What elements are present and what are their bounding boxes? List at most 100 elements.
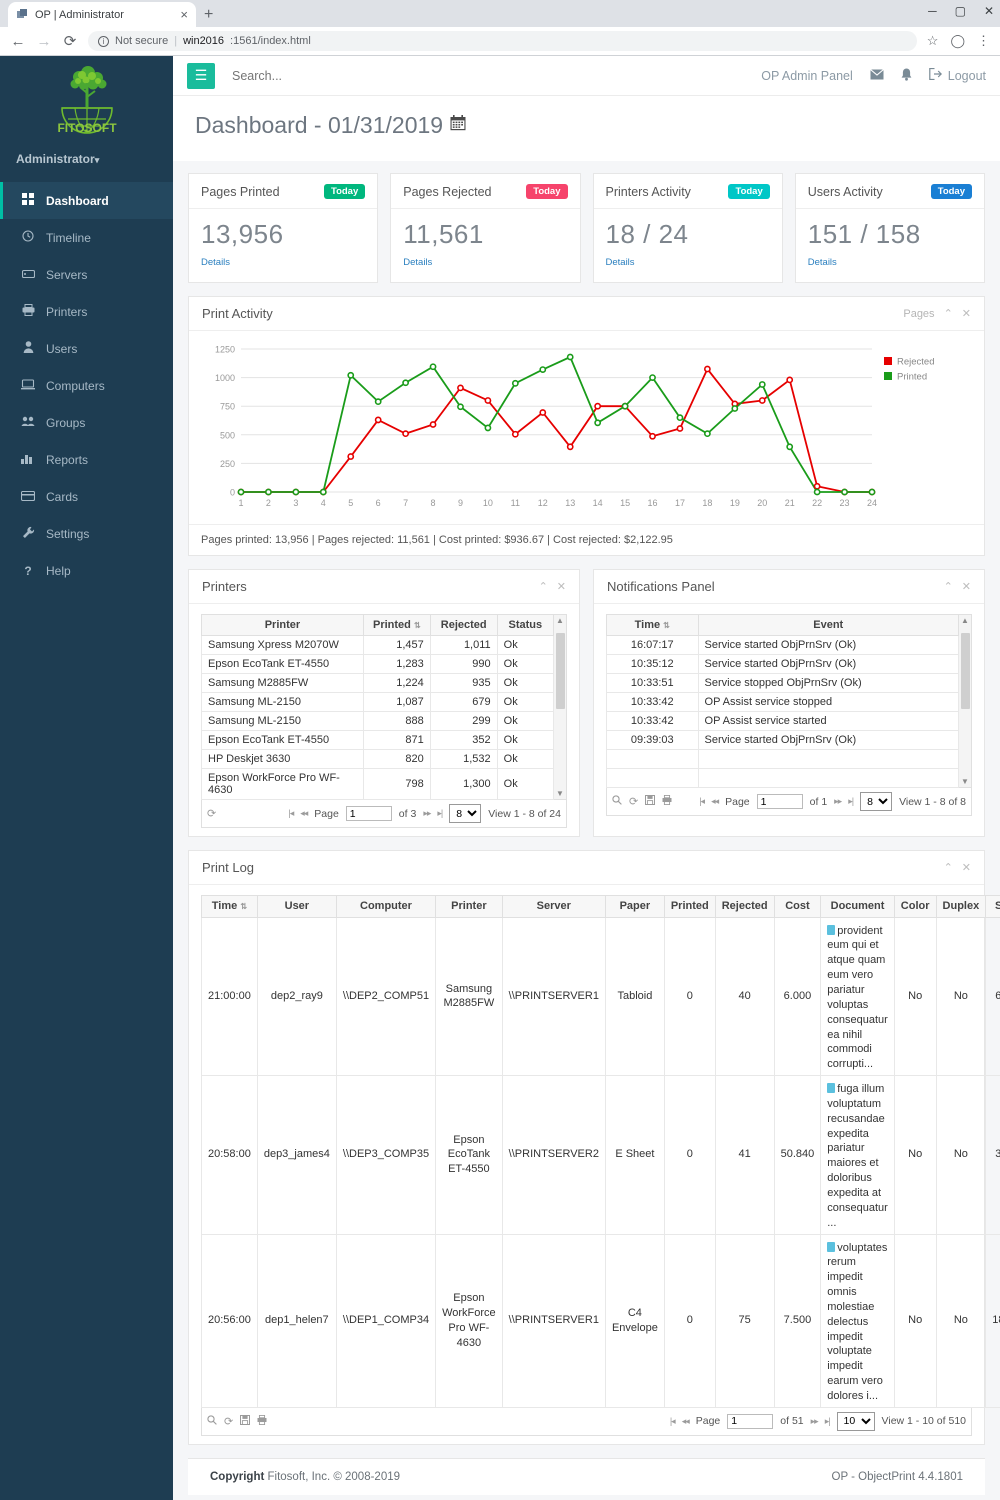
col-color[interactable]: Color <box>893 895 937 918</box>
close-icon[interactable]: ✕ <box>557 580 566 593</box>
col-user[interactable]: User <box>256 895 337 918</box>
refresh-icon[interactable]: ⟳ <box>224 1415 233 1428</box>
sidebar-item-servers[interactable]: Servers <box>0 256 173 293</box>
table-row[interactable]: Epson EcoTank ET-4550 871 352 Ok <box>201 730 555 750</box>
sidebar-item-timeline[interactable]: Timeline <box>0 219 173 256</box>
sidebar-user[interactable]: Administrator▾ <box>0 144 173 176</box>
stat-card-details-link[interactable]: Details <box>606 257 635 268</box>
col-computer[interactable]: Computer <box>335 895 437 918</box>
sidebar-item-reports[interactable]: Reports <box>0 441 173 478</box>
refresh-icon[interactable]: ⟳ <box>207 807 216 820</box>
sidebar-item-cards[interactable]: Cards <box>0 478 173 515</box>
tab-close-icon[interactable]: × <box>180 8 188 21</box>
last-page-icon[interactable]: ▸| <box>437 808 443 819</box>
scroll-up-icon[interactable]: ▲ <box>556 616 564 625</box>
col-cost[interactable]: Cost <box>773 895 822 918</box>
table-row[interactable]: Epson WorkForce Pro WF-4630 798 1,300 Ok <box>201 768 555 800</box>
vertical-scrollbar[interactable]: ▲ ▼ <box>959 614 972 788</box>
col-printer[interactable]: Printer <box>201 614 364 636</box>
prev-page-icon[interactable]: ◂◂ <box>711 796 719 807</box>
col-size[interactable]: Size <box>985 895 1000 918</box>
table-row[interactable]: 10:35:12 Service started ObjPrnSrv (Ok) <box>606 654 960 674</box>
search-icon[interactable] <box>612 795 622 808</box>
table-row[interactable]: 10:33:42 OP Assist service stopped <box>606 692 960 712</box>
sidebar-item-help[interactable]: ? Help <box>0 552 173 589</box>
stat-card-details-link[interactable]: Details <box>808 257 837 268</box>
bell-icon[interactable] <box>901 68 912 84</box>
prev-page-icon[interactable]: ◂◂ <box>682 1416 690 1427</box>
page-size-select[interactable]: 8 <box>860 792 893 811</box>
mail-icon[interactable] <box>869 68 884 83</box>
browser-menu-icon[interactable]: ⋮ <box>977 33 990 49</box>
col-time[interactable]: Time ⇅ <box>606 614 699 636</box>
profile-icon[interactable]: ◯ <box>950 33 965 49</box>
table-row[interactable]: 20:56:00 dep1_helen7 \\DEP1_COMP34 Epson… <box>201 1233 1000 1408</box>
sidebar-item-groups[interactable]: Groups <box>0 404 173 441</box>
close-icon[interactable]: ✕ <box>962 861 971 874</box>
col-paper[interactable]: Paper <box>604 895 665 918</box>
page-input[interactable] <box>345 806 392 821</box>
search-input[interactable] <box>232 68 472 83</box>
menu-toggle-button[interactable]: ☰ <box>187 62 215 89</box>
back-icon[interactable]: ← <box>10 33 26 50</box>
refresh-icon[interactable]: ⟳ <box>629 795 638 808</box>
close-icon[interactable]: ✕ <box>962 580 971 593</box>
brand-logo[interactable]: FITOSOFT <box>0 56 173 144</box>
save-icon[interactable] <box>240 1414 251 1428</box>
sidebar-item-printers[interactable]: Printers <box>0 293 173 330</box>
page-size-select[interactable]: 8 <box>449 804 482 823</box>
scroll-up-icon[interactable]: ▲ <box>961 616 969 625</box>
col-duplex[interactable]: Duplex <box>935 895 987 918</box>
col-document[interactable]: Document <box>820 895 895 918</box>
table-row[interactable]: 16:07:17 Service started ObjPrnSrv (Ok) <box>606 635 960 655</box>
col-server[interactable]: Server <box>501 895 606 918</box>
scroll-down-icon[interactable]: ▼ <box>556 789 564 798</box>
stat-card-details-link[interactable]: Details <box>403 257 432 268</box>
table-row[interactable]: Epson EcoTank ET-4550 1,283 990 Ok <box>201 654 555 674</box>
table-row[interactable]: Samsung Xpress M2070W 1,457 1,011 Ok <box>201 635 555 655</box>
col-rejected[interactable]: Rejected <box>714 895 775 918</box>
col-event[interactable]: Event <box>697 614 960 636</box>
minimize-icon[interactable]: ─ <box>928 4 937 18</box>
first-page-icon[interactable]: |◂ <box>670 1416 676 1427</box>
col-printer[interactable]: Printer <box>435 895 503 918</box>
table-row[interactable] <box>606 749 960 769</box>
bookmark-star-icon[interactable]: ☆ <box>927 33 939 49</box>
first-page-icon[interactable]: |◂ <box>699 796 705 807</box>
close-window-icon[interactable]: ✕ <box>984 4 994 18</box>
scrollbar-thumb[interactable] <box>961 633 970 709</box>
collapse-icon[interactable]: ⌃ <box>539 580 548 593</box>
last-page-icon[interactable]: ▸| <box>825 1416 831 1427</box>
print-icon[interactable] <box>257 1414 267 1428</box>
table-row[interactable]: HP Deskjet 3630 820 1,532 Ok <box>201 749 555 769</box>
page-input[interactable] <box>756 794 803 809</box>
col-printed[interactable]: Printed <box>663 895 716 918</box>
table-row[interactable]: Samsung M2885FW 1,224 935 Ok <box>201 673 555 693</box>
col-printed[interactable]: Printed ⇅ <box>362 614 431 636</box>
table-row[interactable]: 21:00:00 dep2_ray9 \\DEP2_COMP51 Samsung… <box>201 916 1000 1077</box>
next-page-icon[interactable]: ▸▸ <box>811 1416 819 1427</box>
save-icon[interactable] <box>645 795 656 808</box>
scroll-down-icon[interactable]: ▼ <box>961 777 969 786</box>
last-page-icon[interactable]: ▸| <box>848 796 854 807</box>
close-icon[interactable]: ✕ <box>962 307 971 320</box>
collapse-icon[interactable]: ⌃ <box>944 580 953 593</box>
prev-page-icon[interactable]: ◂◂ <box>300 808 308 819</box>
browser-tab[interactable]: OP | Administrator × <box>8 2 196 27</box>
maximize-icon[interactable]: ▢ <box>955 4 966 18</box>
table-row[interactable]: 20:58:00 dep3_james4 \\DEP3_COMP35 Epson… <box>201 1075 1000 1235</box>
address-bar[interactable]: i Not secure | win2016:1561/index.html <box>88 31 917 51</box>
table-row[interactable]: Samsung ML-2150 888 299 Ok <box>201 711 555 731</box>
logout-button[interactable]: Logout <box>928 67 986 83</box>
next-page-icon[interactable]: ▸▸ <box>834 796 842 807</box>
sidebar-item-settings[interactable]: Settings <box>0 515 173 552</box>
page-input[interactable] <box>727 1413 774 1429</box>
sidebar-item-computers[interactable]: Computers <box>0 367 173 404</box>
vertical-scrollbar[interactable]: ▲ ▼ <box>554 614 567 800</box>
col-time[interactable]: Time ⇅ <box>201 895 258 918</box>
first-page-icon[interactable]: |◂ <box>288 808 294 819</box>
table-row[interactable]: Samsung ML-2150 1,087 679 Ok <box>201 692 555 712</box>
sidebar-item-users[interactable]: Users <box>0 330 173 367</box>
reload-icon[interactable]: ⟳ <box>62 32 78 50</box>
search-icon[interactable] <box>207 1415 217 1428</box>
